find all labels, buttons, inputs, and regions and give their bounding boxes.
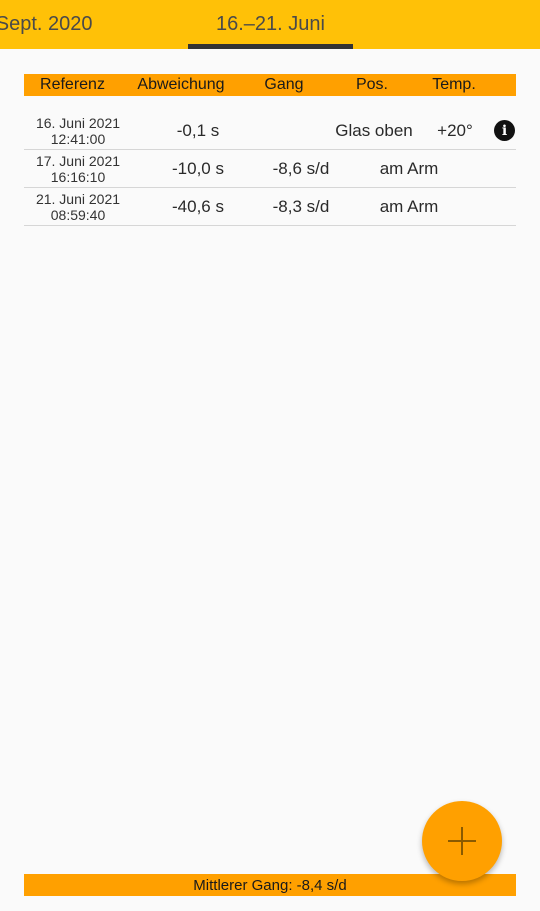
reference-time: 12:41:00 — [50, 131, 106, 147]
table-header: Referenz Abweichung Gang Pos. Temp. — [24, 74, 516, 96]
deviation-value: -10,0 s — [172, 159, 224, 178]
header-reference: Referenz — [40, 76, 105, 93]
header-deviation: Abweichung — [137, 76, 225, 93]
temperature-value: +20° — [437, 121, 473, 140]
table-row[interactable]: 16. Juni 2021 12:41:00 -0,1 s Glas oben … — [24, 112, 516, 150]
table-row[interactable]: 17. Juni 2021 16:16:10 -10,0 s -8,6 s/d … — [24, 150, 516, 188]
deviation-value: -0,1 s — [176, 121, 220, 140]
header-rate: Gang — [264, 76, 304, 93]
table-row[interactable]: 21. Juni 2021 08:59:40 -40,6 s -8,3 s/d … — [24, 188, 516, 226]
tab-current-period[interactable]: 16.–21. Juni — [188, 0, 353, 49]
reference-datetime: 17. Juni 2021 16:16:10 — [24, 150, 132, 188]
reference-date: 17. Juni 2021 — [35, 153, 121, 169]
info-icon[interactable]: i — [494, 120, 515, 141]
position-value: Glas oben — [335, 121, 413, 140]
rate-value: -8,6 s/d — [272, 159, 330, 178]
rate-value: -8,3 s/d — [272, 197, 330, 216]
average-rate-footer: Mittlerer Gang: -8,4 s/d — [24, 874, 516, 896]
reference-date: 16. Juni 2021 — [35, 115, 121, 131]
position-value: am Arm — [379, 197, 439, 216]
add-measurement-button[interactable] — [422, 801, 502, 881]
reference-datetime: 21. Juni 2021 08:59:40 — [24, 188, 132, 226]
tab-previous-period[interactable]: ). Sept. 2020 — [0, 0, 143, 49]
position-value: am Arm — [379, 159, 439, 178]
tab-indicator — [188, 44, 353, 49]
plus-icon — [448, 827, 476, 855]
reference-datetime: 16. Juni 2021 12:41:00 — [24, 112, 132, 150]
header-temperature: Temp. — [432, 76, 476, 93]
reference-time: 16:16:10 — [50, 169, 106, 185]
measurement-list: 16. Juni 2021 12:41:00 -0,1 s Glas oben … — [24, 112, 516, 226]
header-position: Pos. — [355, 76, 388, 93]
reference-time: 08:59:40 — [50, 207, 106, 223]
average-rate-text: Mittlerer Gang: -8,4 s/d — [193, 876, 347, 894]
reference-date: 21. Juni 2021 — [35, 191, 121, 207]
tab-bar: ). Sept. 2020 16.–21. Juni — [0, 0, 540, 49]
deviation-value: -40,6 s — [172, 197, 224, 216]
